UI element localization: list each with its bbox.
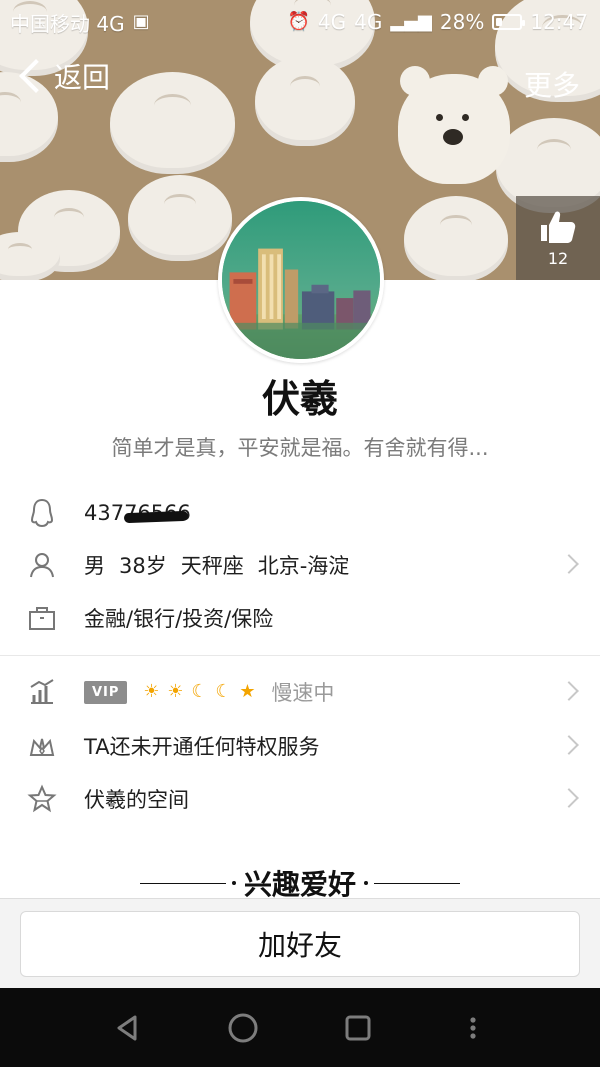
android-menu-button[interactable] — [451, 1006, 495, 1050]
qq-number: 43776566 — [84, 501, 191, 525]
qq-number-text-wrapper: 43776566 — [84, 501, 191, 525]
network-secondary-label: 4G — [354, 10, 383, 34]
battery-icon — [492, 14, 526, 30]
avatar[interactable] — [218, 197, 384, 363]
like-count: 12 — [547, 249, 569, 268]
section-divider — [0, 655, 600, 656]
bear-nose — [443, 129, 463, 145]
status-time: 12:47 — [530, 10, 588, 34]
space-row[interactable]: 伏羲的空间 — [0, 773, 600, 825]
android-navigation-bar — [0, 988, 600, 1067]
sun-icon: ☀ — [167, 681, 184, 702]
back-button[interactable]: 返回 — [14, 56, 110, 96]
android-back-icon — [117, 1015, 136, 1040]
status-bar: 中国移动 4G ▣ ⏰ 4G 4G ▂▄▆ 28% 12:47 — [0, 0, 600, 44]
occupation-text: 金融/银行/投资/保险 — [84, 607, 274, 631]
chevron-right-icon — [559, 681, 579, 701]
bun-illustration — [128, 175, 232, 261]
status-right: ⏰ 4G 4G ▂▄▆ 28% 12:47 — [287, 10, 588, 34]
moon-icon: ☾ — [191, 681, 208, 702]
battery-fill — [496, 18, 503, 26]
network-primary-label: 4G — [317, 10, 347, 34]
chevron-right-icon — [559, 735, 579, 755]
bear-eye-right — [462, 114, 469, 121]
occupation-row: 金融/银行/投资/保险 — [0, 592, 600, 644]
basic-info-row[interactable]: 男 38岁 天秤座 北京-海淀 — [0, 539, 600, 591]
profile-screen: 中国移动 4G ▣ ⏰ 4G 4G ▂▄▆ 28% 12:47 返回 更多 12… — [0, 0, 600, 1067]
chevron-right-icon — [559, 788, 579, 808]
space-text: 伏羲的空间 — [84, 788, 189, 812]
profile-name: 伏羲 — [261, 377, 338, 421]
top-navigation: 返回 更多 — [0, 56, 600, 110]
speed-status: 慢速中 — [271, 681, 335, 705]
android-recents-button[interactable] — [336, 1006, 380, 1050]
battery-percent: 28% — [439, 10, 485, 34]
android-home-icon — [228, 1013, 257, 1042]
android-recents-icon — [345, 1015, 370, 1040]
profile-signature: 简单才是真，平安就是福。有舍就有得... — [111, 436, 489, 460]
privilege-text: TA还未开通任何特权服务 — [84, 735, 320, 759]
basic-info-text: 男 38岁 天秤座 北京-海淀 — [84, 550, 349, 580]
overflow-menu-icon — [469, 1016, 476, 1039]
back-arrow-icon — [19, 59, 53, 93]
signal-icon: ▂▄▆ — [390, 11, 432, 32]
vip-row[interactable]: VIP ☀ ☀ ☾ ☾ ★ 慢速中 — [0, 666, 600, 718]
level-icons: ☀ ☀ ☾ ☾ ★ — [141, 682, 257, 702]
interests-title-text: 兴趣爱好 — [243, 868, 356, 901]
vip-info: VIP ☀ ☀ ☾ ☾ ★ 慢速中 — [84, 677, 334, 707]
android-home-button[interactable] — [221, 1006, 265, 1050]
android-back-button[interactable] — [106, 1006, 150, 1050]
bear-eye-left — [436, 114, 443, 121]
qq-number-row[interactable]: 43776566 — [0, 487, 600, 539]
vip-badge: VIP — [84, 680, 128, 704]
chart-icon — [0, 666, 84, 718]
like-button[interactable]: 12 — [516, 196, 600, 280]
avatar-cityscape-image — [222, 201, 380, 359]
location-text: 北京-海淀 — [257, 554, 350, 578]
interest-line-right — [364, 880, 460, 885]
zodiac-text: 天秤座 — [180, 554, 244, 578]
gender-text: 男 — [84, 554, 105, 578]
more-button[interactable]: 更多 — [524, 64, 580, 104]
space-star-icon — [0, 773, 84, 825]
add-friend-button[interactable]: 加好友 — [20, 911, 580, 977]
star-icon: ★ — [239, 681, 256, 702]
back-label: 返回 — [54, 61, 111, 94]
interest-line-left — [139, 880, 236, 885]
chevron-right-icon — [559, 554, 579, 574]
user-icon — [0, 539, 84, 591]
moon-icon: ☾ — [215, 681, 232, 702]
status-left: 中国移动 4G ▣ — [10, 8, 150, 37]
bun-illustration — [404, 196, 508, 280]
sim-card-icon: ▣ — [132, 11, 150, 32]
carrier-label: 中国移动 4G — [10, 11, 125, 36]
bottom-action-bar: 加好友 — [0, 898, 600, 988]
briefcase-icon — [0, 592, 84, 644]
crown-icon — [0, 720, 84, 772]
sun-icon: ☀ — [143, 681, 160, 702]
thumb-up-icon — [539, 209, 577, 245]
alarm-icon: ⏰ — [287, 11, 310, 32]
age-text: 38岁 — [119, 554, 167, 578]
qq-icon — [0, 487, 84, 539]
privilege-row[interactable]: TA还未开通任何特权服务 — [0, 720, 600, 772]
